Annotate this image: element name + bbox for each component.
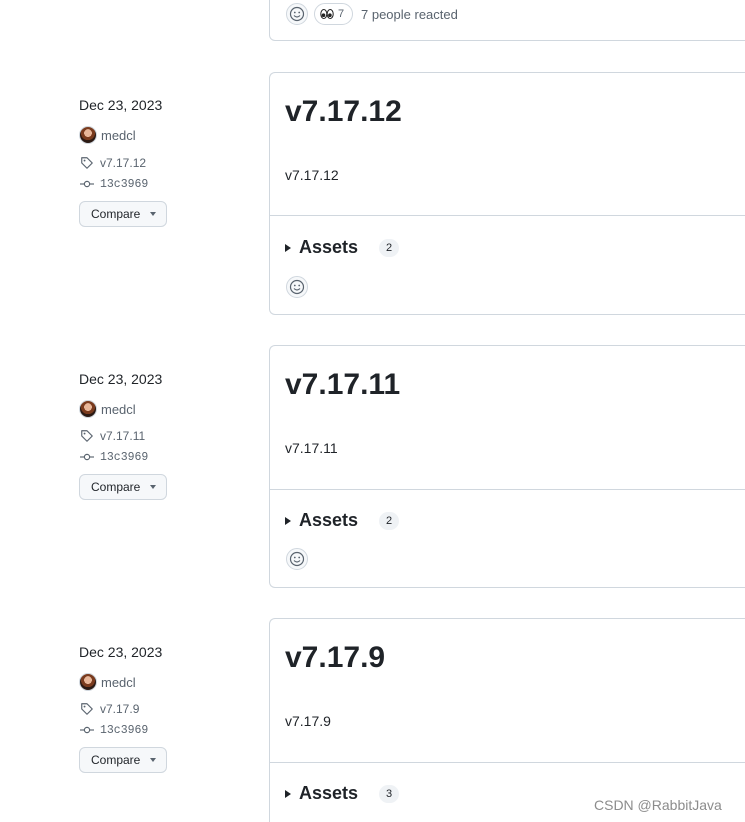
release-title[interactable]: v7.17.11 [285, 368, 400, 402]
release-author[interactable]: medcl [79, 126, 136, 144]
triangle-down-icon [150, 212, 157, 216]
smiley-icon [289, 279, 305, 295]
compare-label: Compare [91, 753, 141, 767]
release-commit-link[interactable]: 13c3969 [80, 450, 148, 464]
assets-count-badge: 2 [379, 511, 400, 530]
release-author[interactable]: medcl [79, 400, 136, 418]
triangle-right-icon [285, 243, 291, 252]
release-title[interactable]: v7.17.12 [285, 95, 402, 129]
release-commit-link[interactable]: 13c3969 [80, 723, 148, 737]
release-tag-link[interactable]: v7.17.9 [80, 702, 139, 716]
git-commit-icon [80, 726, 94, 734]
assets-label[interactable]: Assets [299, 510, 358, 531]
add-reaction-button[interactable] [286, 548, 308, 570]
tag-icon [81, 703, 93, 715]
reactions-summary: 7 people reacted [361, 7, 458, 22]
assets-toggle[interactable]: Assets 3 [285, 783, 400, 804]
add-reaction-button[interactable] [286, 3, 308, 25]
previous-release-card: 7 7 people reacted [269, 0, 745, 41]
eyes-reaction-count: 7 [338, 8, 345, 20]
assets-label[interactable]: Assets [299, 237, 358, 258]
tag-name[interactable]: v7.17.11 [100, 429, 145, 443]
release-date: Dec 23, 2023 [79, 97, 163, 113]
release-card: v7.17.11 v7.17.11 Assets 2 [269, 345, 745, 588]
compare-button[interactable]: Compare [79, 474, 167, 500]
commit-sha[interactable]: 13c3969 [100, 178, 148, 191]
author-name[interactable]: medcl [101, 128, 136, 143]
avatar[interactable] [79, 400, 97, 418]
release-body: v7.17.11 [285, 440, 338, 456]
smiley-icon [289, 551, 305, 567]
commit-sha[interactable]: 13c3969 [100, 451, 148, 464]
compare-button[interactable]: Compare [79, 747, 167, 773]
compare-button[interactable]: Compare [79, 201, 167, 227]
git-commit-icon [80, 453, 94, 461]
watermark: CSDN @RabbitJava [594, 797, 722, 813]
divider [270, 762, 745, 763]
release-card: v7.17.9 v7.17.9 Assets 3 [269, 618, 745, 822]
release-author[interactable]: medcl [79, 673, 136, 691]
avatar[interactable] [79, 673, 97, 691]
assets-toggle[interactable]: Assets 2 [285, 510, 400, 531]
release-body: v7.17.9 [285, 713, 331, 729]
release-commit-link[interactable]: 13c3969 [80, 177, 148, 191]
assets-count-badge: 3 [379, 784, 400, 803]
release-tag-link[interactable]: v7.17.12 [80, 156, 146, 170]
add-reaction-button[interactable] [286, 276, 308, 298]
author-name[interactable]: medcl [101, 675, 136, 690]
compare-label: Compare [91, 480, 141, 494]
assets-toggle[interactable]: Assets 2 [285, 237, 400, 258]
compare-label: Compare [91, 207, 141, 221]
triangle-right-icon [285, 789, 291, 798]
eyes-emoji-icon [320, 9, 334, 19]
release-tag-link[interactable]: v7.17.11 [80, 429, 145, 443]
assets-count-badge: 2 [379, 238, 400, 257]
triangle-right-icon [285, 516, 291, 525]
assets-label[interactable]: Assets [299, 783, 358, 804]
git-commit-icon [80, 180, 94, 188]
divider [270, 215, 745, 216]
smiley-icon [289, 6, 305, 22]
divider [270, 489, 745, 490]
tag-name[interactable]: v7.17.9 [100, 702, 139, 716]
release-date: Dec 23, 2023 [79, 371, 163, 387]
triangle-down-icon [150, 758, 157, 762]
triangle-down-icon [150, 485, 157, 489]
tag-name[interactable]: v7.17.12 [100, 156, 146, 170]
author-name[interactable]: medcl [101, 402, 136, 417]
tag-icon [81, 157, 93, 169]
commit-sha[interactable]: 13c3969 [100, 724, 148, 737]
eyes-reaction-button[interactable]: 7 [314, 3, 354, 25]
release-date: Dec 23, 2023 [79, 644, 163, 660]
release-body: v7.17.12 [285, 167, 339, 183]
release-title[interactable]: v7.17.9 [285, 641, 385, 675]
avatar[interactable] [79, 126, 97, 144]
tag-icon [81, 430, 93, 442]
release-card: v7.17.12 v7.17.12 Assets 2 [269, 72, 745, 315]
